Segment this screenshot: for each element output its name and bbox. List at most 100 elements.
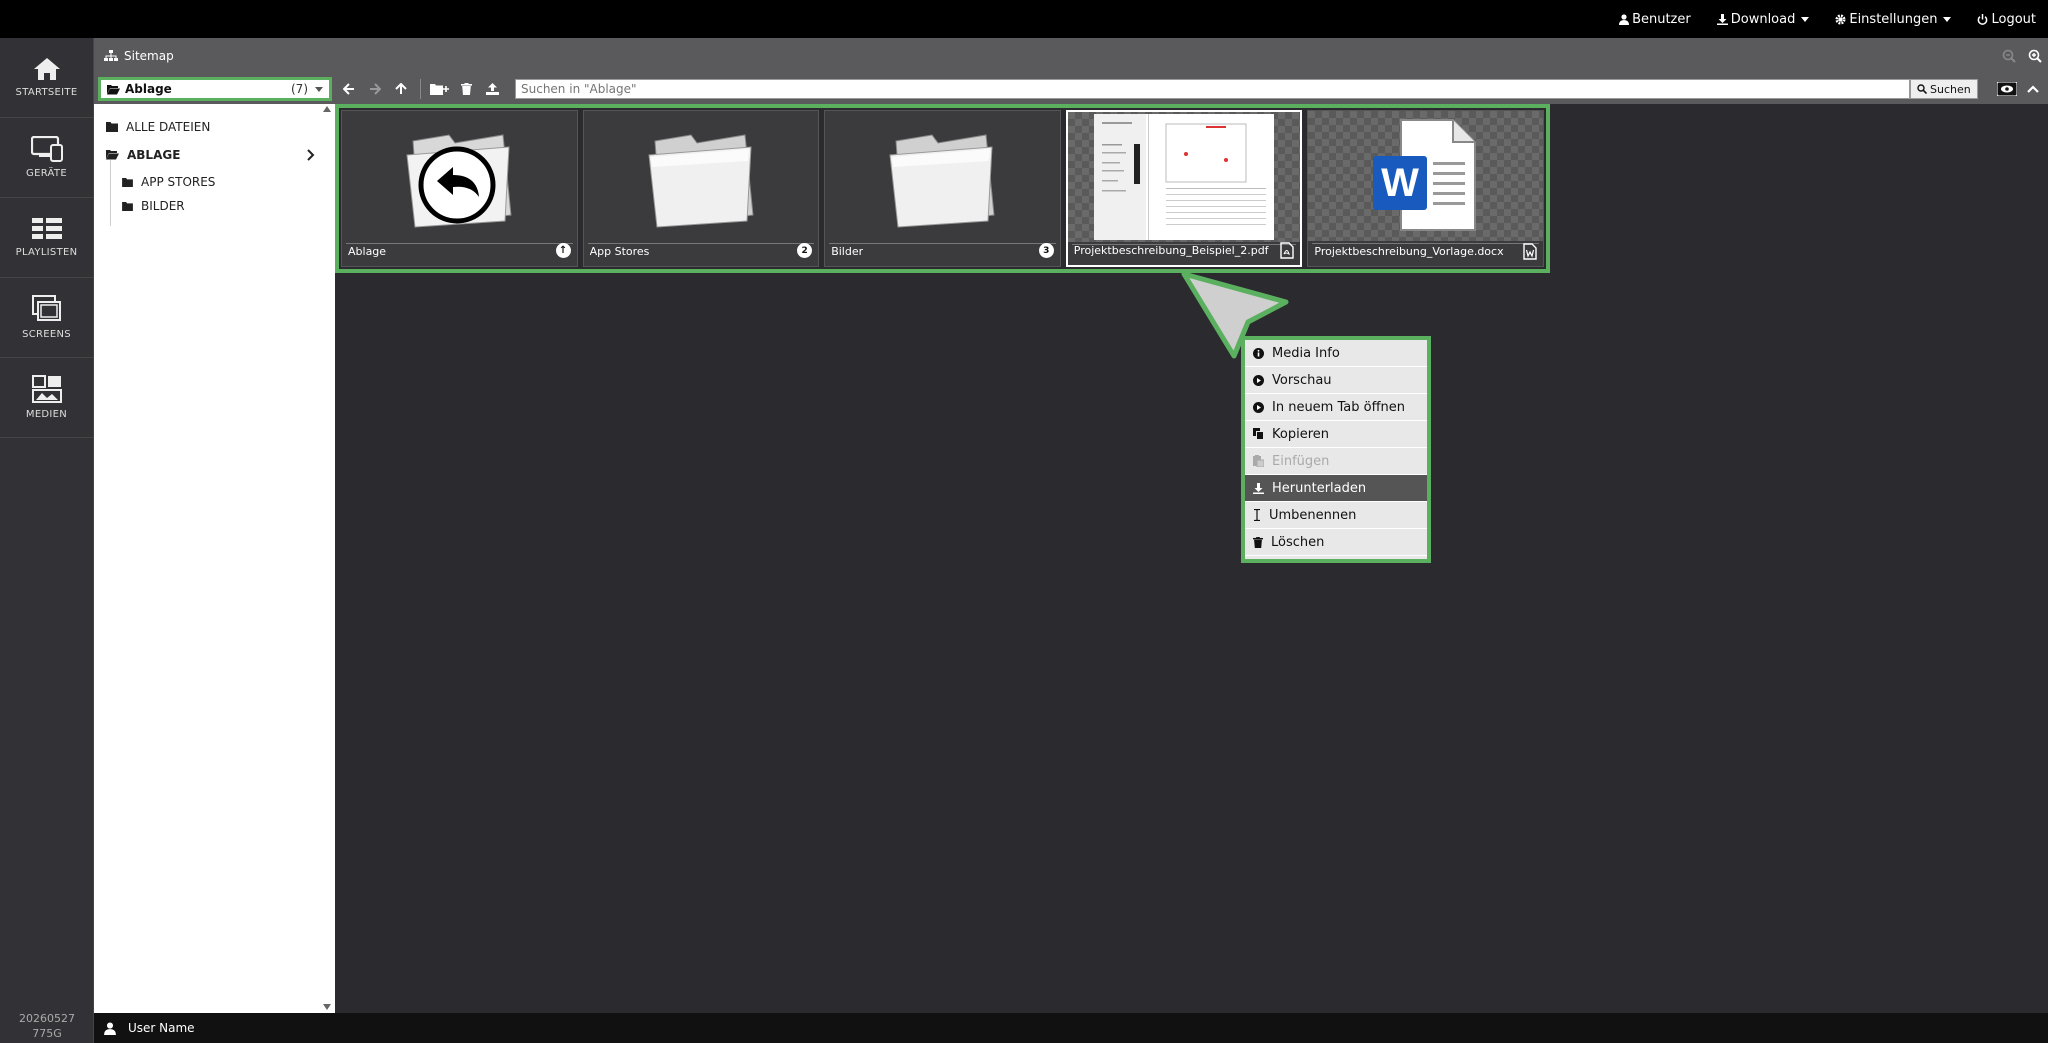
tree-item-app-stores[interactable]: APP STORES: [94, 170, 335, 194]
file-tile-pdf[interactable]: Projektbeschreibung_Beispiel_2.pdf: [1065, 110, 1303, 267]
gear-icon: [1835, 13, 1846, 25]
menu-item-label: Kopieren: [1272, 426, 1329, 442]
tree-item-all-files[interactable]: ALLE DATEIEN: [94, 114, 335, 140]
file-thumbnail: [342, 111, 577, 241]
nav-label: MEDIEN: [25, 409, 68, 420]
tree-item-label: ALLE DATEIEN: [126, 120, 211, 134]
folder-back-icon: [406, 134, 512, 228]
search-button-label: Suchen: [1930, 82, 1971, 96]
file-grid: Ablage ↑ App Stores 2 Bilder 3 Projektbe…: [335, 104, 1550, 273]
search-input[interactable]: [515, 79, 1910, 99]
item-count-badge: 3: [1038, 243, 1054, 258]
scroll-up-arrow[interactable]: [323, 106, 331, 112]
tile-separator: [587, 243, 815, 244]
file-name: Ablage: [348, 245, 387, 258]
chevron-down-icon: [1801, 16, 1810, 22]
tree-item-ablage[interactable]: ABLAGE: [94, 140, 335, 170]
user-menu-label: Benutzer: [1632, 11, 1691, 27]
nav-playlisten[interactable]: PLAYLISTEN: [0, 198, 93, 278]
nav-medien[interactable]: MEDIEN: [0, 358, 93, 438]
folder-icon: [889, 134, 996, 228]
menu-item-label: Herunterladen: [1272, 480, 1367, 496]
file-tile-app-stores[interactable]: App Stores 2: [582, 110, 820, 267]
nav-label: PLAYLISTEN: [15, 247, 78, 258]
menu-item-kopieren[interactable]: Kopieren: [1245, 421, 1427, 448]
back-button[interactable]: [336, 77, 362, 101]
devices-icon: [30, 136, 63, 162]
file-tile-docx[interactable]: W Projektbeschreibung_Vorlage.docx: [1307, 110, 1544, 267]
nav-startseite[interactable]: STARTSEITE: [0, 38, 93, 118]
folder-tree: ALLE DATEIEN ABLAGE APP STORES BILDER: [94, 104, 335, 1013]
menu-item-einfuegen[interactable]: Einfügen: [1245, 448, 1427, 475]
download-menu-label: Download: [1730, 11, 1796, 27]
play-icon: [1253, 401, 1264, 413]
settings-menu[interactable]: Einstellungen: [1835, 11, 1952, 27]
nav-label: GERÄTE: [26, 168, 67, 179]
settings-menu-label: Einstellungen: [1849, 11, 1938, 27]
top-bar: Benutzer Download Einstellungen Logout: [0, 0, 2048, 38]
eye-icon: [1996, 82, 2017, 96]
new-folder-button[interactable]: [427, 77, 453, 101]
file-thumbnail: [825, 111, 1060, 241]
view-toggle-button[interactable]: [1994, 77, 2020, 101]
menu-item-label: In neuem Tab öffnen: [1272, 399, 1406, 415]
tree-line: [110, 160, 111, 226]
tile-separator: [1312, 243, 1539, 244]
folder-icon: [648, 134, 754, 228]
chevron-right-icon[interactable]: [307, 149, 315, 161]
delete-button[interactable]: [453, 77, 479, 101]
folder-select-label: Ablage: [125, 82, 172, 96]
zoom-in-icon[interactable]: [2028, 49, 2042, 63]
zoom-out-icon[interactable]: [2002, 49, 2016, 63]
menu-item-label: Media Info: [1272, 345, 1340, 361]
menu-item-open-new-tab[interactable]: In neuem Tab öffnen: [1245, 394, 1427, 421]
menu-item-loeschen[interactable]: Löschen: [1245, 529, 1427, 556]
user-icon: [104, 1021, 116, 1035]
upload-button[interactable]: [479, 77, 505, 101]
menu-item-media-info[interactable]: Media Info: [1245, 340, 1427, 367]
menu-item-label: Löschen: [1271, 534, 1325, 550]
logout-label: Logout: [1991, 11, 2036, 27]
copy-icon: [1253, 428, 1264, 440]
folder-count: (7): [291, 82, 323, 96]
nav-screens[interactable]: SCREENS: [0, 278, 93, 358]
menu-item-herunterladen[interactable]: Herunterladen: [1245, 475, 1427, 502]
home-icon: [33, 58, 60, 80]
forward-button[interactable]: [362, 77, 388, 101]
download-icon: [1716, 13, 1728, 25]
media-icon: [31, 375, 62, 403]
up-button[interactable]: [388, 77, 414, 101]
chevron-up-icon: [2026, 85, 2039, 93]
item-count-badge: 2: [797, 243, 813, 258]
file-tile-bilder[interactable]: Bilder 3: [824, 110, 1061, 267]
logout-button[interactable]: Logout: [1977, 12, 2036, 27]
user-menu[interactable]: Benutzer: [1619, 12, 1691, 27]
version-line: 20260527: [19, 1012, 75, 1025]
menu-item-vorschau[interactable]: Vorschau: [1245, 367, 1427, 394]
folder-icon: [106, 122, 118, 132]
tree-item-bilder[interactable]: BILDER: [94, 194, 335, 218]
menu-item-umbenennen[interactable]: Umbenennen: [1245, 502, 1427, 529]
breadcrumb: Sitemap: [94, 38, 2048, 74]
collapse-button[interactable]: [2020, 77, 2046, 101]
search-button[interactable]: Suchen: [1910, 79, 1978, 99]
file-thumbnail: [1067, 112, 1301, 242]
trash-icon: [1253, 536, 1263, 548]
context-menu: Media Info Vorschau In neuem Tab öffnen …: [1241, 336, 1431, 563]
file-tile-ablage[interactable]: Ablage ↑: [341, 110, 578, 267]
breadcrumb-label[interactable]: Sitemap: [124, 49, 174, 63]
folder-open-icon: [107, 84, 120, 94]
toolbar-divider: [420, 79, 421, 99]
download-menu[interactable]: Download: [1716, 11, 1810, 27]
arrow-left-icon: [343, 83, 354, 95]
folder-select[interactable]: Ablage (7): [98, 77, 332, 101]
file-name: Bilder: [831, 245, 864, 258]
file-name: App Stores: [589, 245, 650, 258]
menu-item-label: Umbenennen: [1269, 507, 1357, 523]
tree-item-label: APP STORES: [141, 175, 216, 189]
nav-geraete[interactable]: GERÄTE: [0, 118, 93, 198]
pdf-preview-thumbnail: [1094, 114, 1275, 240]
tree-item-label: ABLAGE: [127, 148, 181, 162]
scroll-down-arrow[interactable]: [323, 1004, 331, 1010]
